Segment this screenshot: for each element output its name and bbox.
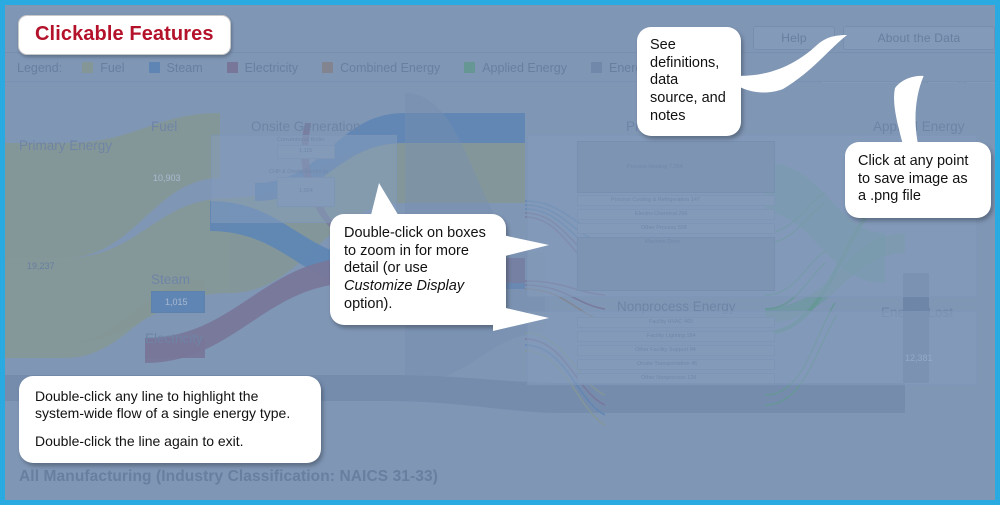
- legend-swatch-combined-energy: [322, 62, 334, 73]
- help-button[interactable]: Help: [753, 26, 835, 50]
- node-label-primary-energy: Primary Energy: [19, 138, 112, 154]
- label-facility-lighting-name: Facility Lighting: [647, 333, 685, 339]
- legend-swatch-fuel: [82, 62, 94, 73]
- stage-title-fuel: Fuel: [151, 119, 178, 134]
- chart-caption: All Manufacturing (Industry Classificati…: [19, 468, 438, 485]
- legend-swatch-electricity: [226, 62, 238, 73]
- callout-boxes-text: Double-click on boxes to zoom in for mor…: [344, 225, 493, 313]
- node-label-steam: Steam: [151, 272, 191, 287]
- stage-title-onsite-generation: Onsite Generation: [251, 119, 361, 134]
- callout-save-image: Click at any point to save image as a .p…: [845, 142, 991, 219]
- legend-item-combined-energy[interactable]: Combined Energy: [322, 61, 440, 75]
- legend-text-electricity: Electricity: [244, 60, 299, 75]
- label-other-nonprocess-name: Other Nonprocess: [641, 375, 686, 381]
- label-facility-lighting-value: 184: [686, 333, 696, 339]
- callout-boxes-line1: Double-click on boxes to zoom in for mor…: [344, 225, 486, 277]
- label-other-nonprocess-value: 128: [687, 375, 697, 381]
- label-other-facility-support-value: 84: [689, 347, 696, 353]
- node-value-steam: 1,015: [165, 297, 188, 307]
- label-machine-drive: Machine Drive: [645, 239, 680, 245]
- callout-double-click-lines: Double-click any line to highlight the s…: [19, 376, 321, 464]
- screenshot-root: Help About the Data Save Image - + Legen…: [0, 0, 1000, 505]
- label-other-facility-support-name: Other Facility Support: [635, 347, 689, 353]
- label-process-cooling: Process Cooling & Refrigeration 147: [611, 197, 700, 203]
- box-machine-drive[interactable]: [577, 237, 775, 291]
- callout-about-the-data: See definitions, data source, and notes: [637, 27, 741, 137]
- label-other-process: Other Process 558: [641, 225, 687, 231]
- node-value-primary-energy: 19,237: [27, 261, 55, 271]
- label-chp-onsite-electricity: CHP & Onsite Electricity: [269, 169, 329, 175]
- label-process-cooling-value: 147: [690, 197, 700, 203]
- label-process-heating: Process Heating 7,264: [627, 164, 683, 170]
- legend-label: Legend:: [17, 60, 63, 75]
- label-other-process-name: Other Process: [641, 225, 677, 231]
- legend: Legend: Fuel Steam Electricity Combined …: [5, 54, 995, 82]
- label-electro-chemical-name: Electro-Chemical: [635, 211, 677, 217]
- label-conventional-boiler: Conventional Boiler: [277, 137, 325, 143]
- legend-item-applied-energy[interactable]: Applied Energy: [464, 61, 567, 75]
- legend-swatch-steam: [148, 62, 160, 73]
- legend-swatch-applied-energy: [464, 62, 476, 73]
- legend-text-fuel: Fuel: [100, 60, 125, 75]
- node-label-primary-energy-text: Primary Energy: [19, 138, 113, 153]
- label-process-heating-name: Process Heating: [627, 164, 668, 170]
- legend-item-electricity[interactable]: Electricity: [226, 60, 299, 75]
- label-facility-lighting: Facility Lighting 184: [647, 333, 696, 339]
- callout-boxes-line2: option).: [344, 295, 393, 312]
- legend-text-steam: Steam: [166, 60, 203, 75]
- label-process-heating-value: 7,264: [668, 164, 683, 170]
- label-process-cooling-name: Process Cooling & Refrigeration: [611, 197, 690, 203]
- value-chp-onsite-electricity: 1,024: [299, 188, 313, 194]
- label-electro-chemical-value: 266: [678, 211, 688, 217]
- legend-item-fuel[interactable]: Fuel: [82, 60, 125, 75]
- label-other-facility-support: Other Facility Support 84: [635, 347, 696, 353]
- callout-lines-p1: Double-click any line to highlight the s…: [35, 388, 291, 422]
- label-facility-hvac-name: Facility HVAC: [649, 319, 683, 325]
- value-conventional-boiler: 1,115: [299, 148, 313, 154]
- label-machine-drive-name: Machine Drive: [645, 239, 681, 245]
- legend-text-combined-energy: Combined Energy: [340, 60, 441, 75]
- callout-lines-p2: Double-click the line again to exit.: [35, 433, 244, 450]
- callout-double-click-boxes: Double-click on boxes to zoom in for mor…: [330, 214, 506, 326]
- about-the-data-button[interactable]: About the Data: [843, 26, 995, 50]
- label-onsite-transportation-name: Onsite Transportation: [637, 361, 690, 367]
- label-facility-hvac: Facility HVAC 465: [649, 319, 693, 325]
- legend-swatch-energy-lost: [590, 62, 602, 73]
- label-other-nonprocess: Other Nonprocess 128: [641, 375, 696, 381]
- page-title: Clickable Features: [18, 15, 231, 55]
- node-value-fuel: 10,903: [153, 173, 181, 183]
- label-onsite-transportation: Onsite Transportation 46: [637, 361, 697, 367]
- legend-item-steam[interactable]: Steam: [148, 60, 203, 75]
- label-onsite-transportation-value: 46: [691, 361, 698, 367]
- stage-title-applied-energy: Applied Energy: [873, 119, 965, 134]
- legend-text-applied-energy: Applied Energy: [482, 60, 567, 75]
- label-electro-chemical: Electro-Chemical 266: [635, 211, 688, 217]
- label-facility-hvac-value: 465: [684, 319, 694, 325]
- callout-boxes-emphasis: Customize Display: [344, 278, 465, 295]
- node-label-electricity: Electricity: [145, 331, 203, 346]
- label-other-process-value: 558: [677, 225, 687, 231]
